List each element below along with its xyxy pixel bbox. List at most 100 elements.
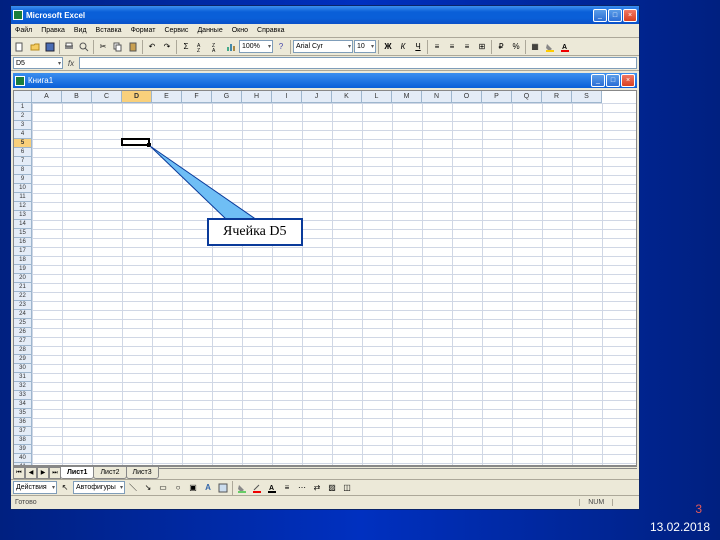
actions-menu[interactable]: Действия [13,481,57,494]
arrow-icon[interactable]: ↘ [141,481,155,495]
copy-icon[interactable] [111,40,125,54]
column-headers[interactable]: ABCDEFGHIJKLMNOPQRS [14,91,636,103]
tab-next-button[interactable]: ▶ [37,467,49,479]
row-header-8[interactable]: 8 [14,166,32,175]
maximize-button[interactable]: □ [608,9,622,22]
font-size-combo[interactable]: 10 [354,40,376,53]
menu-данные[interactable]: Данные [195,27,224,34]
row-header-12[interactable]: 12 [14,202,32,211]
row-header-18[interactable]: 18 [14,256,32,265]
col-header-M[interactable]: M [392,91,422,103]
menu-формат[interactable]: Формат [129,27,158,34]
align-center-icon[interactable]: ≡ [445,40,459,54]
borders-icon[interactable]: ▦ [528,40,542,54]
col-header-S[interactable]: S [572,91,602,103]
fx-button[interactable]: fx [65,59,77,68]
sort-desc-icon[interactable]: ZA [209,40,223,54]
font-color-icon[interactable]: A [558,40,572,54]
sheet-tab-2[interactable]: Лист2 [93,467,126,479]
close-button[interactable]: × [623,9,637,22]
zoom-combo[interactable]: 100% [239,40,273,53]
chart-icon[interactable] [224,40,238,54]
textbox-icon[interactable]: ▣ [186,481,200,495]
col-header-P[interactable]: P [482,91,512,103]
wordart-icon[interactable]: A [201,481,215,495]
col-header-E[interactable]: E [152,91,182,103]
row-header-34[interactable]: 34 [14,400,32,409]
row-header-36[interactable]: 36 [14,418,32,427]
undo-icon[interactable]: ↶ [145,40,159,54]
row-header-35[interactable]: 35 [14,409,32,418]
row-header-31[interactable]: 31 [14,373,32,382]
col-header-O[interactable]: O [452,91,482,103]
row-header-11[interactable]: 11 [14,193,32,202]
row-header-37[interactable]: 37 [14,427,32,436]
row-header-21[interactable]: 21 [14,283,32,292]
oval-icon[interactable]: ○ [171,481,185,495]
merge-icon[interactable]: ⊞ [475,40,489,54]
row-header-24[interactable]: 24 [14,310,32,319]
save-icon[interactable] [43,40,57,54]
bold-icon[interactable]: Ж [381,40,395,54]
menu-сервис[interactable]: Сервис [162,27,190,34]
row-header-1[interactable]: 1 [14,103,32,112]
font-color-draw-icon[interactable]: A [265,481,279,495]
row-header-28[interactable]: 28 [14,346,32,355]
align-left-icon[interactable]: ≡ [430,40,444,54]
italic-icon[interactable]: К [396,40,410,54]
col-header-G[interactable]: G [212,91,242,103]
row-header-33[interactable]: 33 [14,391,32,400]
sort-asc-icon[interactable]: AZ [194,40,208,54]
menu-правка[interactable]: Правка [39,27,67,34]
fill-shape-icon[interactable] [235,481,249,495]
percent-icon[interactable]: % [509,40,523,54]
col-header-R[interactable]: R [542,91,572,103]
row-header-20[interactable]: 20 [14,274,32,283]
row-header-3[interactable]: 3 [14,121,32,130]
row-header-23[interactable]: 23 [14,301,32,310]
open-icon[interactable] [28,40,42,54]
col-header-J[interactable]: J [302,91,332,103]
row-header-16[interactable]: 16 [14,238,32,247]
preview-icon[interactable] [77,40,91,54]
col-header-B[interactable]: B [62,91,92,103]
row-header-29[interactable]: 29 [14,355,32,364]
row-header-26[interactable]: 26 [14,328,32,337]
sum-icon[interactable]: Σ [179,40,193,54]
print-icon[interactable] [62,40,76,54]
dash-style-icon[interactable]: ⋯ [295,481,309,495]
spreadsheet-grid[interactable]: ABCDEFGHIJKLMNOPQRS 12345678910111213141… [13,90,637,466]
arrow-style-icon[interactable]: ⇄ [310,481,324,495]
cut-icon[interactable]: ✂ [96,40,110,54]
rectangle-icon[interactable]: ▭ [156,481,170,495]
row-header-19[interactable]: 19 [14,265,32,274]
row-header-9[interactable]: 9 [14,175,32,184]
row-header-27[interactable]: 27 [14,337,32,346]
row-header-2[interactable]: 2 [14,112,32,121]
fill-color-icon[interactable] [543,40,557,54]
row-header-22[interactable]: 22 [14,292,32,301]
align-right-icon[interactable]: ≡ [460,40,474,54]
row-header-17[interactable]: 17 [14,247,32,256]
line-icon[interactable]: ＼ [126,481,140,495]
col-header-D[interactable]: D [122,91,152,103]
autoshapes-menu[interactable]: Автофигуры [73,481,125,494]
row-header-40[interactable]: 40 [14,454,32,463]
doc-maximize-button[interactable]: □ [606,74,620,87]
paste-icon[interactable] [126,40,140,54]
currency-icon[interactable]: ₽ [494,40,508,54]
row-header-14[interactable]: 14 [14,220,32,229]
sheet-tab-1[interactable]: Лист1 [60,467,94,479]
menu-справка[interactable]: Справка [255,27,286,34]
doc-close-button[interactable]: × [621,74,635,87]
clipart-icon[interactable] [216,481,230,495]
cells-area[interactable]: Ячейка D5 [32,103,636,465]
col-header-K[interactable]: K [332,91,362,103]
row-header-4[interactable]: 4 [14,130,32,139]
redo-icon[interactable]: ↷ [160,40,174,54]
row-header-25[interactable]: 25 [14,319,32,328]
line-color-icon[interactable] [250,481,264,495]
row-header-7[interactable]: 7 [14,157,32,166]
tab-first-button[interactable]: ⏮ [13,467,25,479]
line-style-icon[interactable]: ≡ [280,481,294,495]
